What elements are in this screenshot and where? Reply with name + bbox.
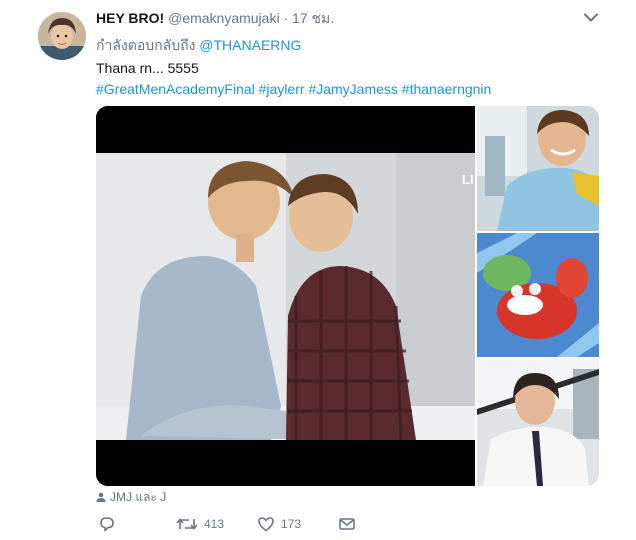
hashtag-link[interactable]: #GreatMenAcademyFinal: [96, 81, 255, 97]
reply-button[interactable]: [98, 515, 122, 535]
media-thumbnail-1[interactable]: [477, 106, 599, 231]
video-watermark: LI: [462, 172, 474, 187]
retweet-count: 413: [204, 517, 225, 531]
reply-icon: [100, 517, 114, 532]
tweet-header: HEY BRO! @emaknyamujaki · 17 ชม.: [96, 8, 334, 28]
retweet-icon: [176, 518, 198, 530]
tagged-people[interactable]: JMJ และ J: [96, 488, 166, 507]
media-grid: LI: [96, 106, 599, 486]
tweet-text: Thana rn... 5555: [96, 60, 199, 76]
timestamp[interactable]: 17 ชม.: [292, 10, 334, 26]
media-main-image[interactable]: LI: [96, 106, 475, 486]
reply-prefix: กำลังตอบกลับถึง: [96, 37, 196, 53]
tagged-people-label: JMJ และ J: [110, 490, 167, 504]
chevron-down-icon[interactable]: [583, 11, 599, 23]
reply-mention-link[interactable]: @THANAERNG: [199, 37, 301, 53]
avatar[interactable]: [38, 12, 86, 60]
media-thumbnail-2[interactable]: [477, 233, 599, 357]
display-name[interactable]: HEY BRO!: [96, 10, 164, 26]
heart-icon: [258, 517, 274, 532]
person-icon: [96, 492, 106, 502]
hashtag-link[interactable]: #jaylerr: [259, 81, 305, 97]
hashtag-link[interactable]: #JamyJamess: [308, 81, 397, 97]
separator-dot: ·: [283, 10, 289, 26]
media-thumbnail-3[interactable]: [477, 359, 599, 486]
envelope-icon: [339, 518, 355, 530]
hashtag-list: #GreatMenAcademyFinal #jaylerr #JamyJame…: [96, 81, 491, 97]
like-button[interactable]: 173: [257, 515, 301, 535]
hashtag-link[interactable]: #thanaerngnin: [402, 81, 492, 97]
avatar-image: [38, 12, 86, 60]
direct-message-button[interactable]: [338, 515, 362, 535]
retweet-button[interactable]: 413: [176, 515, 224, 535]
user-handle[interactable]: @emaknyamujaki: [168, 10, 279, 26]
like-count: 173: [281, 517, 302, 531]
replying-to: กำลังตอบกลับถึง @THANAERNG: [96, 35, 301, 57]
